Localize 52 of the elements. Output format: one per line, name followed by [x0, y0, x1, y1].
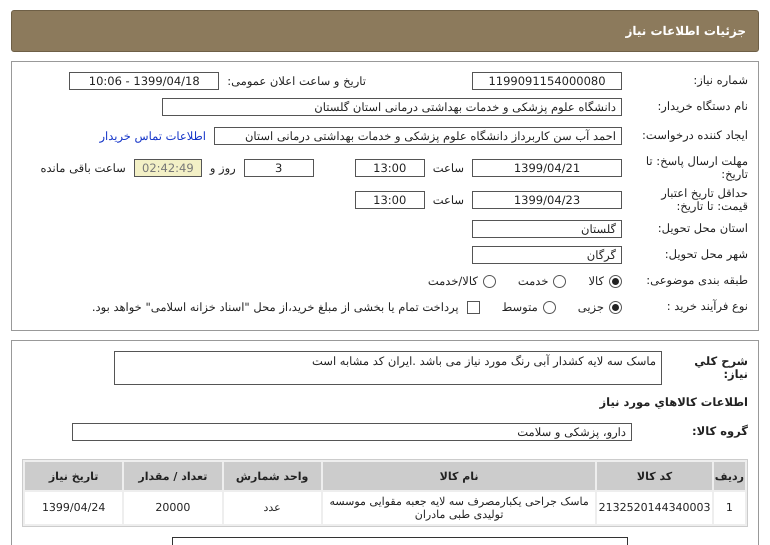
table-cell: 1399/04/24 [25, 492, 122, 524]
page-title: جزئیات اطلاعات نیاز [11, 10, 759, 52]
treasury-text: پرداخت تمام یا بخشی از مبلغ خرید،از محل "اسناد خزانه اسلامی" خواهد بود. [92, 300, 459, 314]
time-field: 13:00 [354, 191, 425, 209]
field-label: شماره نیاز: [692, 74, 748, 88]
field-label: حداقل تاریخ اعتبار قیمت: تا تاریخ: [660, 186, 748, 214]
radio-option[interactable]: متوسط [502, 300, 556, 314]
radio-option[interactable]: کالا/خدمت [428, 274, 496, 288]
radio-option[interactable]: خدمت [518, 274, 566, 288]
time-label: ساعت [432, 193, 464, 207]
table-cell: 2132520144340003 [597, 492, 712, 524]
days-field: 3 [244, 159, 314, 177]
table-cell: 20000 [124, 492, 222, 524]
field-label: استان محل تحویل: [656, 222, 748, 236]
table-cell: عدد [224, 492, 321, 524]
announce-date-field: 1399/04/18 - 10:06 [69, 72, 220, 90]
goods-group-field: دارو، پزشکی و سلامت [72, 423, 632, 441]
contact-link[interactable]: اطلاعات تماس خریدار [99, 129, 206, 143]
field-label: نوع فرآیند خرید : [666, 300, 748, 314]
city-field: گرگان [472, 246, 622, 264]
province-field: گلستان [472, 220, 622, 238]
date-field: 1399/04/23 [472, 191, 622, 209]
countdown-field: 02:42:49 [134, 159, 202, 177]
description-field: ماسک سه لایه کشدار آبی رنگ مورد نیاز می باشد .ایران کد مشابه است [114, 351, 662, 385]
days-label: روز و [210, 161, 236, 175]
field-label: گروه کالا: [691, 425, 748, 439]
column-header: کد کالا [597, 462, 712, 490]
field-label: طبقه بندی موضوعی: [645, 274, 748, 288]
column-header: نام کالا [322, 462, 596, 490]
buyer-field: دانشگاه علوم پزشکی و خدمات بهداشتی درمانی استان گلستان [162, 98, 622, 116]
field-label: شرح کلي نیاز: [693, 354, 748, 382]
column-header: تعداد / مقدار [124, 462, 222, 490]
field-label: شهر محل تحویل: [664, 248, 748, 262]
radio-option[interactable]: جزیی [578, 300, 622, 314]
remaining-label: ساعت باقی مانده [40, 161, 126, 175]
field-label: مهلت ارسال پاسخ: تا تاریخ: [644, 154, 748, 182]
column-header: واحد شمارش [224, 462, 321, 490]
column-header: ردیف [714, 462, 745, 490]
table-cell: 1 [714, 492, 745, 524]
section-heading: اطلاعات کالاهاي مورد نیاز [600, 395, 748, 409]
need-number-field: 1199091154000080 [472, 72, 622, 90]
treasury-checkbox[interactable] [466, 300, 480, 314]
field-label: تاریخ و ساعت اعلان عمومی: [227, 74, 366, 88]
field-label: نام دستگاه خریدار: [656, 100, 748, 114]
time-label: ساعت [432, 161, 464, 175]
table-cell: ماسک جراحی یکبارمصرف سه لایه جعبه مقوایی موسسه تولیدی طبی مادران [322, 492, 596, 524]
time-field: 13:00 [354, 159, 425, 177]
date-field: 1399/04/21 [472, 159, 622, 177]
radio-option[interactable]: کالا [588, 274, 622, 288]
field-label: ایجاد کننده درخواست: [641, 129, 748, 143]
creator-field: احمد آب سن کاربرداز دانشگاه علوم پزشکی و خدمات بهداشتی درمانی استان [214, 127, 622, 145]
column-header: تاریخ نیاز [25, 462, 122, 490]
